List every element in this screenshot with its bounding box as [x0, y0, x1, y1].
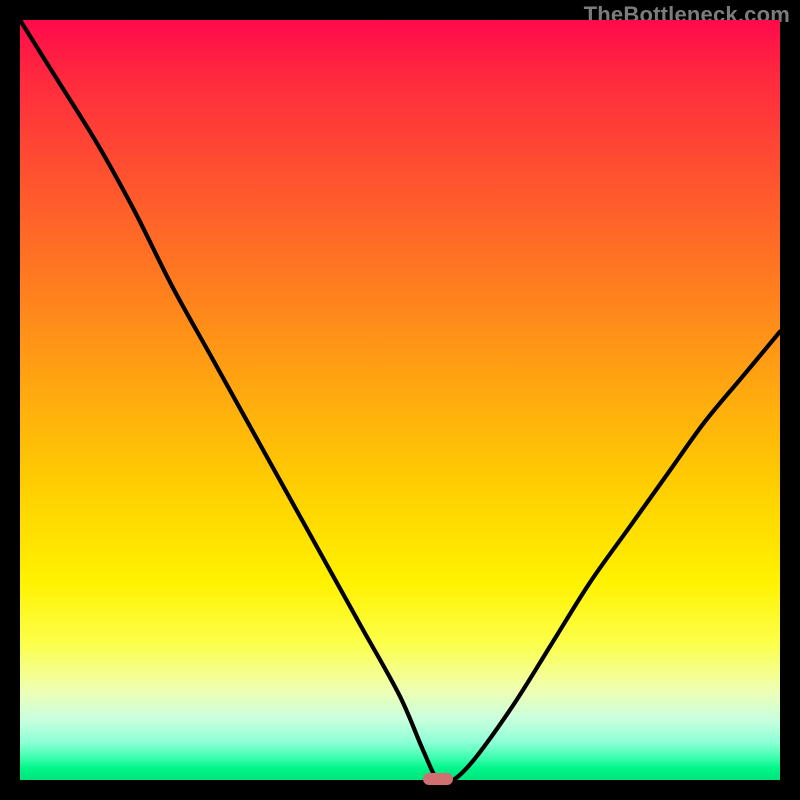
optimal-marker: [423, 773, 453, 785]
chart-wrap: TheBottleneck.com: [0, 0, 800, 800]
bottleneck-curve: [20, 20, 780, 780]
plot-area: [20, 20, 780, 780]
